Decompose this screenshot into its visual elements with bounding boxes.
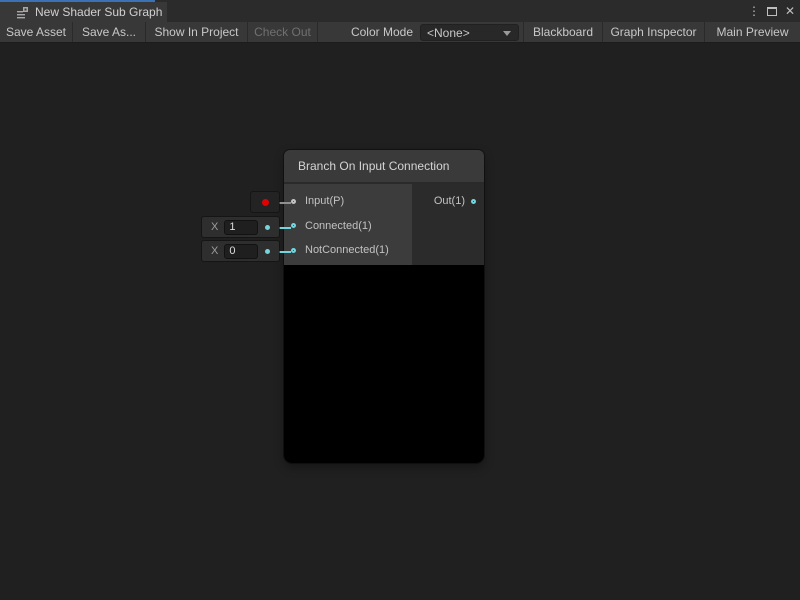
input-ports: Input(P) Connected(1) NotConnected(1) [284, 184, 412, 265]
close-icon[interactable]: ✕ [782, 2, 798, 20]
teal-dot-icon [265, 249, 270, 254]
graph-toolbar: Save Asset Save As... Show In Project Ch… [0, 22, 800, 43]
connected-port-label: Connected(1) [305, 220, 372, 232]
node-title: Branch On Input Connection [298, 159, 449, 173]
blackboard-toggle-button[interactable]: Blackboard [523, 22, 603, 42]
input-port-label: Input(P) [305, 195, 344, 207]
input-port-circle[interactable] [291, 199, 296, 204]
show-in-project-button[interactable]: Show In Project [146, 22, 248, 42]
port-row-input: Input(P) [284, 189, 412, 214]
x-field-label: X [211, 221, 218, 233]
node-title-bar[interactable]: Branch On Input Connection [284, 150, 484, 184]
toolbar-spacer [318, 22, 351, 42]
window-controls: ⋮ ✕ [746, 0, 798, 22]
node-preview-area [284, 265, 484, 463]
check-out-button: Check Out [248, 22, 318, 42]
main-preview-toggle-button[interactable]: Main Preview [705, 22, 800, 42]
notconnected-port-label: NotConnected(1) [305, 244, 389, 256]
tab-bar: New Shader Sub Graph ⋮ ✕ [0, 0, 800, 22]
port-row-connected: Connected(1) [284, 214, 412, 239]
graph-inspector-toggle-button[interactable]: Graph Inspector [603, 22, 705, 42]
save-asset-button[interactable]: Save Asset [0, 22, 73, 42]
node-port-section: Input(P) Connected(1) NotConnected(1) Ou… [284, 184, 484, 265]
output-ports: Out(1) [412, 184, 484, 265]
port-row-out: Out(1) [412, 189, 484, 213]
chevron-down-icon [503, 31, 511, 36]
save-as-button[interactable]: Save As... [73, 22, 146, 42]
input-default-widget[interactable] [251, 192, 279, 212]
sub-graph-icon [16, 6, 29, 19]
port-row-notconnected: NotConnected(1) [284, 238, 412, 263]
color-mode-dropdown[interactable]: <None> [420, 24, 519, 41]
node-branch-on-input-connection[interactable]: Branch On Input Connection Input(P) Conn… [284, 150, 484, 463]
notconnected-port-circle[interactable] [291, 248, 296, 253]
teal-dot-icon [265, 225, 270, 230]
color-mode-label: Color Mode [351, 22, 420, 42]
tab-new-shader-sub-graph[interactable]: New Shader Sub Graph [0, 2, 167, 22]
shader-graph-window: New Shader Sub Graph ⋮ ✕ Save Asset Save… [0, 0, 800, 600]
connected-default-widget: X [202, 217, 279, 237]
notconnected-default-widget: X [202, 241, 279, 261]
color-mode-value: <None> [427, 26, 470, 40]
tab-title: New Shader Sub Graph [35, 5, 162, 19]
red-dot-icon [262, 199, 269, 206]
out-port-circle[interactable] [471, 199, 476, 204]
connected-port-circle[interactable] [291, 223, 296, 228]
notconnected-value-input[interactable] [224, 244, 258, 259]
window-menu-icon[interactable]: ⋮ [746, 2, 762, 20]
maximize-icon[interactable] [764, 2, 780, 20]
out-port-label: Out(1) [434, 195, 465, 207]
x-field-label: X [211, 245, 218, 257]
connected-value-input[interactable] [224, 220, 258, 235]
